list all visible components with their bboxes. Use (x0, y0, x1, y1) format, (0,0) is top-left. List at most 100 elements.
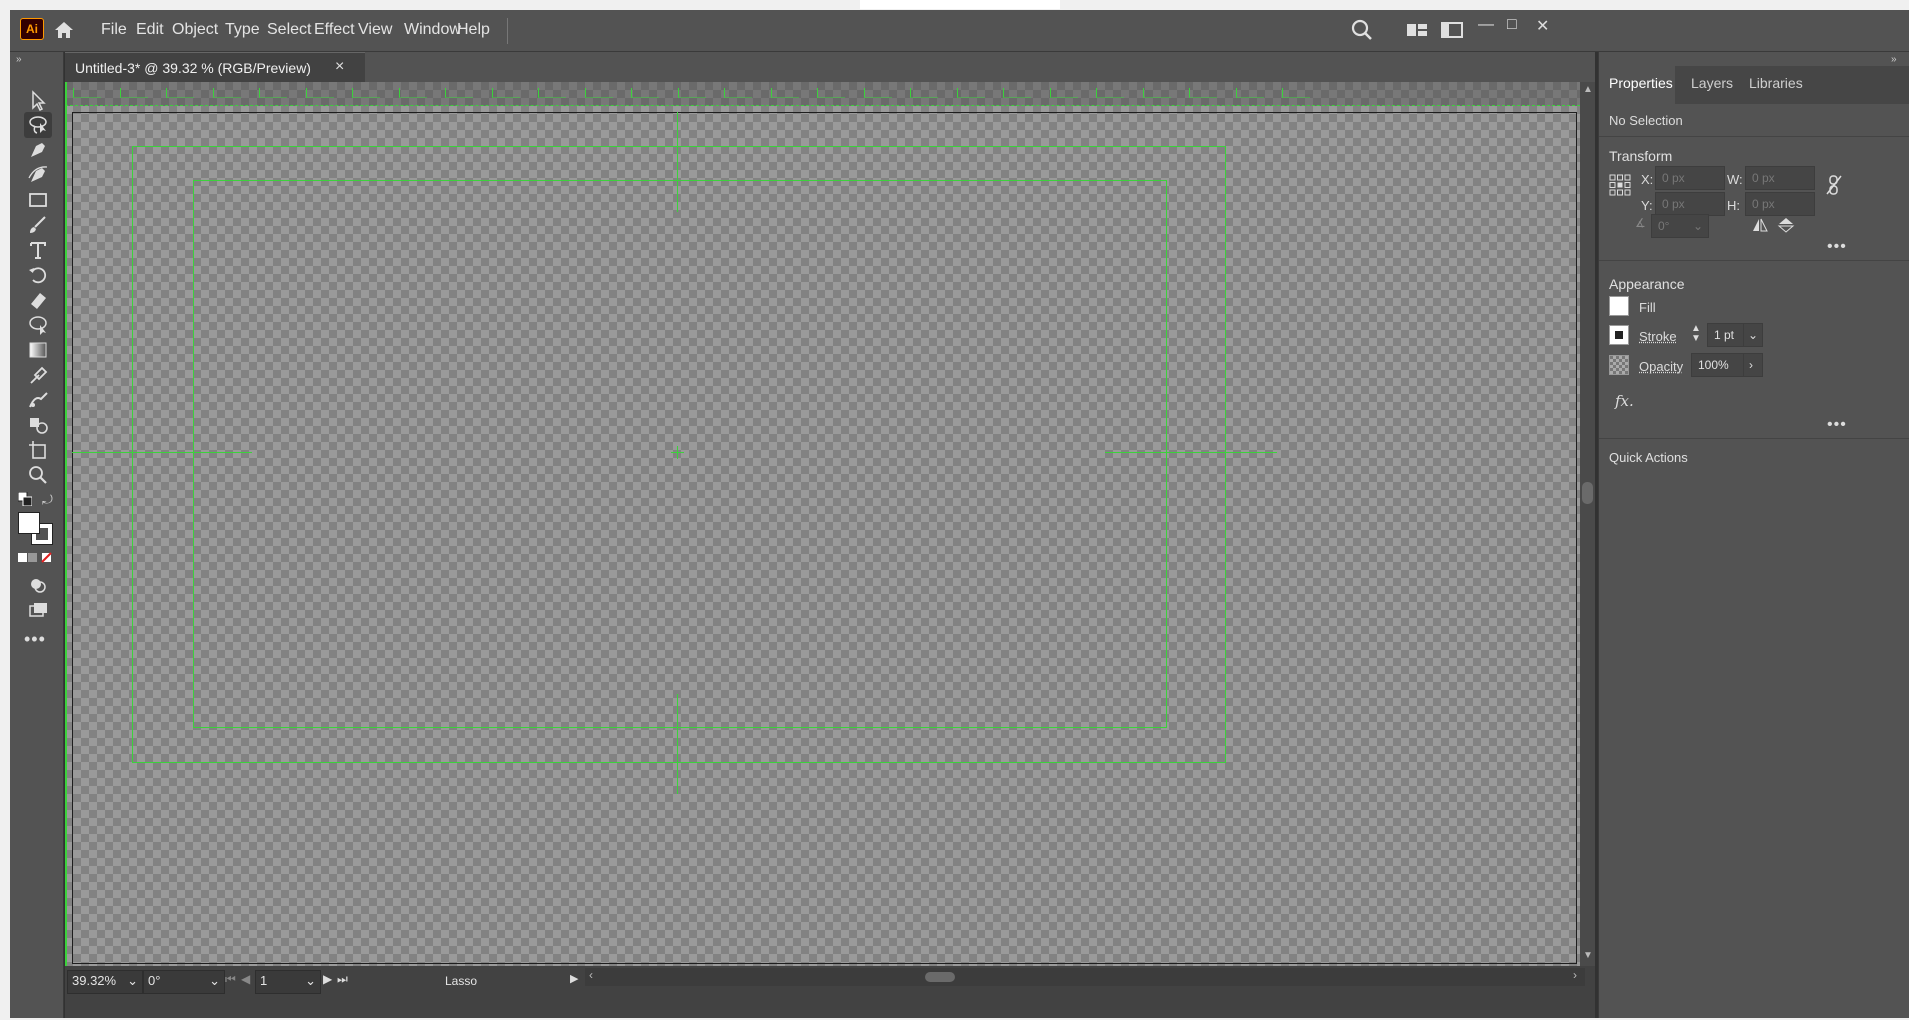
artboard-tool-icon[interactable] (24, 437, 52, 463)
ruler-tick (1282, 88, 1310, 98)
fx-effects-icon[interactable]: fx. (1615, 392, 1634, 410)
ruler-tick (445, 88, 473, 98)
opacity-swatch[interactable] (1609, 355, 1629, 375)
workspace-icon[interactable] (1405, 20, 1429, 40)
close-window-button[interactable]: ✕ (1536, 16, 1549, 36)
ruler-tick (584, 88, 613, 98)
selection-tool-icon[interactable] (24, 87, 52, 113)
blend-tool-icon[interactable] (24, 387, 52, 413)
ruler-tick (817, 88, 845, 98)
ruler-tick (677, 88, 706, 98)
menu-view[interactable]: View (358, 21, 392, 39)
pen-tool-icon[interactable] (24, 137, 52, 163)
search-icon[interactable] (1350, 18, 1374, 42)
w-input[interactable]: 0 px (1745, 166, 1815, 190)
reference-point-icon[interactable] (1609, 174, 1631, 196)
swap-colors-icon[interactable]: ⤾ (42, 492, 53, 508)
stroke-stepper[interactable]: ▲ ▼ (1691, 324, 1705, 346)
menu-help[interactable]: Help (457, 21, 490, 39)
menu-file[interactable]: File (101, 21, 127, 39)
opacity-label[interactable]: Opacity (1639, 359, 1683, 374)
type-tool-icon[interactable] (24, 237, 52, 263)
home-icon[interactable] (52, 18, 76, 42)
ruler-tick (631, 88, 659, 98)
constrain-proportions-icon[interactable] (1824, 174, 1844, 196)
angle-input[interactable]: 0° ⌄ (1651, 214, 1709, 238)
panel-expand-icon[interactable]: » (1891, 54, 1897, 65)
ruler-tick (1049, 88, 1078, 98)
eyedropper-tool-icon[interactable] (24, 362, 52, 388)
guide-center-bottom (677, 694, 678, 794)
rotate-tool-icon[interactable] (24, 262, 52, 288)
panel-tabs: Properties Layers Libraries (1599, 66, 1909, 104)
menu-object[interactable]: Object (172, 21, 218, 39)
default-colors-icon[interactable] (17, 491, 33, 507)
rectangle-tool-icon[interactable] (24, 187, 52, 213)
next-artboard-icon[interactable]: ▶ (323, 972, 332, 986)
ruler-tick (538, 88, 566, 98)
vertical-scrollbar[interactable]: ▲ ▼ (1580, 82, 1595, 966)
scroll-left-icon[interactable]: ‹ (589, 968, 593, 982)
zoom-field[interactable]: 39.32% ⌄ (67, 970, 143, 994)
menu-window[interactable]: Window (404, 21, 461, 39)
prev-artboard-icon[interactable]: ◀ (241, 972, 250, 986)
lasso-tool-icon[interactable] (24, 112, 52, 138)
fill-swatch[interactable] (1609, 296, 1629, 316)
horizontal-scrollbar[interactable]: ‹ › (585, 968, 1585, 986)
curvature-tool-icon[interactable] (24, 162, 52, 188)
gradient-tool-icon[interactable] (24, 337, 52, 363)
opacity-chevron-right-icon[interactable]: › (1743, 353, 1763, 377)
document-tab[interactable]: Untitled-3* @ 39.32 % (RGB/Preview) × (65, 52, 365, 82)
scroll-right-icon[interactable]: › (1573, 968, 1577, 982)
more-tools-icon[interactable]: ••• (24, 629, 46, 650)
menu-effect[interactable]: Effect (314, 21, 355, 39)
flip-horizontal-icon[interactable] (1751, 217, 1769, 233)
eraser-tool-icon[interactable] (24, 287, 52, 313)
flip-vertical-icon[interactable] (1777, 217, 1795, 233)
paintbrush-tool-icon[interactable] (24, 212, 52, 238)
menu-type[interactable]: Type (225, 21, 260, 39)
current-tool-label: Lasso (445, 974, 478, 988)
h-input[interactable]: 0 px (1745, 192, 1815, 216)
warp-tool-icon[interactable] (24, 312, 52, 338)
scroll-down-icon[interactable]: ▼ (1583, 950, 1593, 961)
y-input[interactable]: 0 px (1655, 192, 1725, 216)
tab-libraries[interactable]: Libraries (1749, 75, 1803, 91)
fill-stroke-icon[interactable] (16, 510, 56, 546)
more-transform-options-icon[interactable]: ••• (1827, 238, 1847, 256)
close-tab-button[interactable]: × (335, 58, 344, 76)
shape-builder-tool-icon[interactable] (24, 412, 52, 438)
panel-collapse-icon[interactable]: » (16, 54, 22, 65)
artboard-number-field[interactable]: 1 ⌄ (255, 970, 321, 994)
x-input[interactable]: 0 px (1655, 166, 1725, 190)
rotation-field[interactable]: 0° ⌄ (143, 970, 225, 994)
stroke-label[interactable]: Stroke (1639, 329, 1677, 344)
menu-select[interactable]: Select (267, 21, 311, 39)
draw-mode-icon[interactable] (24, 572, 52, 598)
zoom-tool-icon[interactable] (24, 462, 52, 488)
vertical-scroll-thumb[interactable] (1582, 482, 1593, 504)
more-appearance-options-icon[interactable]: ••• (1827, 416, 1847, 434)
transform-title: Transform (1609, 148, 1673, 164)
minimize-button[interactable]: — (1478, 16, 1494, 34)
status-menu-icon[interactable]: ▶ (570, 972, 578, 985)
screen-mode-icon[interactable] (24, 597, 52, 623)
scroll-up-icon[interactable]: ▲ (1583, 84, 1593, 95)
maximize-button[interactable]: □ (1507, 16, 1517, 34)
tab-layers[interactable]: Layers (1691, 75, 1733, 91)
horizontal-scroll-thumb[interactable] (925, 972, 955, 982)
color-mode-icon[interactable] (18, 552, 56, 564)
ruler-tick (1142, 88, 1171, 98)
artboard-canvas[interactable] (65, 82, 1580, 966)
stroke-swatch[interactable] (1609, 325, 1629, 345)
rotation-value: 0° (148, 973, 161, 988)
first-artboard-icon[interactable]: ⏮ (225, 972, 236, 987)
last-artboard-icon[interactable]: ⏭ (337, 972, 348, 987)
ruler-tick (305, 88, 334, 98)
tab-properties[interactable]: Properties (1609, 75, 1673, 91)
menu-edit[interactable]: Edit (136, 21, 164, 39)
ruler-tick (166, 88, 194, 98)
arrange-icon[interactable] (1440, 20, 1464, 40)
stroke-dropdown-icon[interactable]: ⌄ (1743, 323, 1763, 347)
ruler-tick (770, 88, 799, 98)
